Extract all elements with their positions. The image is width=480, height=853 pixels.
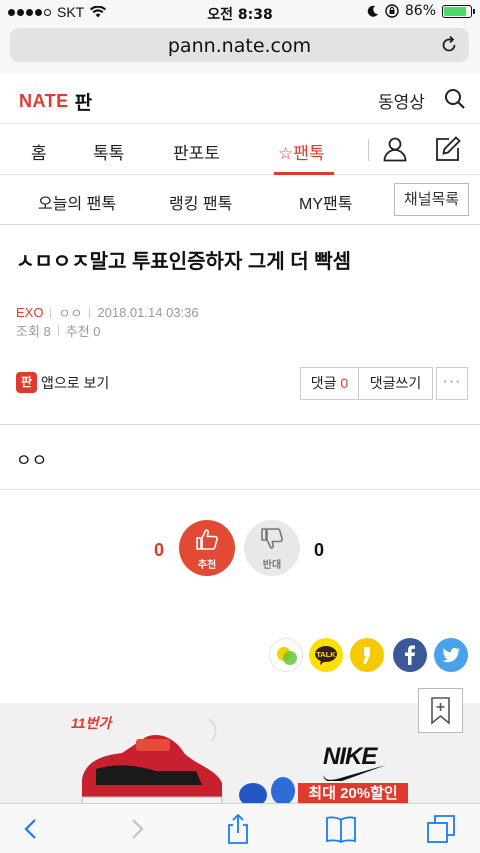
tab-panphoto[interactable]: 판포토	[173, 139, 220, 164]
downvote-button[interactable]: 반대	[244, 520, 300, 576]
twitter-icon	[442, 647, 460, 663]
user-icon[interactable]	[382, 136, 408, 162]
nav-divider	[368, 139, 369, 161]
url-text[interactable]: pann.nate.com	[10, 35, 469, 57]
kakaotalk-icon: TALK	[315, 646, 337, 665]
thumbs-down-icon	[261, 528, 283, 549]
post-author: ㅇㅇ	[58, 306, 83, 321]
upvote-count: 0	[153, 540, 164, 560]
post-date: 2018.01.14 03:36	[97, 305, 199, 320]
more-button[interactable]: ···	[436, 367, 468, 400]
sub-nav: 오늘의 팬톡 랭킹 팬톡 MY팬톡 채널목록	[0, 175, 480, 225]
bookmarks-icon[interactable]	[325, 814, 357, 844]
upvote-button[interactable]: 추천	[179, 520, 235, 576]
meta-divider	[57, 325, 59, 336]
main-nav: 홈 톡톡 판포토 ☆팬톡	[0, 124, 480, 175]
status-bar: SKT 오전 8:38 86%	[0, 0, 480, 24]
post-title: ㅅㅁㅇㅈ말고 투표인증하자 그게 더 빡셈	[16, 251, 352, 273]
meta-divider	[50, 307, 52, 318]
back-icon[interactable]	[16, 814, 48, 844]
twitter-share-button[interactable]	[434, 638, 468, 672]
ad-banner[interactable]: 11번가 NIKE 최대 20%할인	[0, 703, 480, 803]
view-count: 조회 8	[16, 324, 51, 339]
comment-actions: 댓글 0 댓글쓰기 ···	[300, 367, 468, 400]
post-body: ㅇㅇ	[16, 451, 48, 470]
app-view-label: 앱으로 보기	[41, 374, 110, 391]
sneaker-image	[81, 719, 223, 803]
post-category[interactable]: EXO	[16, 305, 43, 320]
kakaostory-share-button[interactable]	[350, 638, 384, 672]
video-link[interactable]: 동영상	[378, 88, 425, 113]
comments-count: 0	[340, 375, 349, 391]
subtab-my-fantalk[interactable]: MY팬톡	[299, 190, 352, 214]
battery-percent: 86%	[404, 3, 436, 19]
site-logo[interactable]: NATE 판	[19, 88, 92, 115]
kakaostory-icon	[363, 647, 370, 664]
write-comment-button[interactable]: 댓글쓰기	[359, 367, 433, 400]
content-divider	[0, 424, 480, 425]
comments-button[interactable]: 댓글 0	[300, 367, 359, 400]
ad-sale-badge: 최대 20%할인	[298, 783, 408, 803]
nate-logo: NATE	[19, 91, 69, 111]
ad-nike-logo: NIKE	[323, 743, 377, 770]
pan-app-icon: 판	[16, 372, 37, 393]
share-icon[interactable]	[222, 814, 254, 844]
upvote-label: 추천	[197, 560, 217, 571]
band-icon	[277, 647, 297, 665]
tab-fantalk[interactable]: ☆팬톡	[278, 139, 325, 164]
search-icon[interactable]	[443, 87, 467, 111]
app-view-button[interactable]: 판 앱으로 보기	[16, 372, 109, 393]
content-divider	[0, 489, 480, 490]
kakaotalk-share-button[interactable]: TALK	[309, 638, 343, 672]
downvote-label: 반대	[262, 560, 282, 571]
recommend-count: 추천 0	[65, 324, 101, 339]
site-header: NATE 판 동영상	[0, 74, 480, 124]
band-share-button[interactable]	[269, 638, 303, 672]
tab-home[interactable]: 홈	[31, 139, 47, 164]
meta-divider	[89, 307, 91, 318]
browser-chrome: pann.nate.com	[0, 24, 480, 74]
rotation-lock-icon	[385, 4, 399, 18]
tab-toktok[interactable]: 톡톡	[93, 139, 124, 164]
status-right: 86%	[367, 3, 475, 19]
write-icon[interactable]	[434, 135, 462, 163]
moon-icon	[367, 5, 378, 17]
comments-label: 댓글	[310, 375, 337, 391]
kakaotalk-text: TALK	[316, 650, 336, 659]
battery-icon	[442, 4, 475, 18]
address-bar[interactable]: pann.nate.com	[10, 28, 469, 62]
browser-toolbar	[0, 803, 480, 853]
pan-logo: 판	[74, 93, 93, 114]
facebook-icon	[405, 645, 415, 665]
post-stats: 조회 8 추천 0	[16, 321, 101, 340]
subtab-today-fantalk[interactable]: 오늘의 팬톡	[38, 190, 116, 214]
downvote-count: 0	[313, 540, 324, 560]
forward-icon[interactable]	[120, 814, 152, 844]
bookmark-add-icon	[431, 697, 450, 725]
channel-list-button[interactable]: 채널목록	[394, 183, 469, 216]
blue-shoe-image	[239, 777, 295, 803]
subtab-ranking-fantalk[interactable]: 랭킹 팬톡	[169, 190, 232, 214]
facebook-share-button[interactable]	[393, 638, 427, 672]
thumbs-up-icon	[196, 529, 218, 550]
bookmark-add-button[interactable]	[418, 688, 463, 733]
post-meta: EXO ㅇㅇ 2018.01.14 03:36	[16, 303, 199, 322]
reload-icon[interactable]	[439, 35, 459, 55]
tabs-icon[interactable]	[426, 814, 458, 844]
